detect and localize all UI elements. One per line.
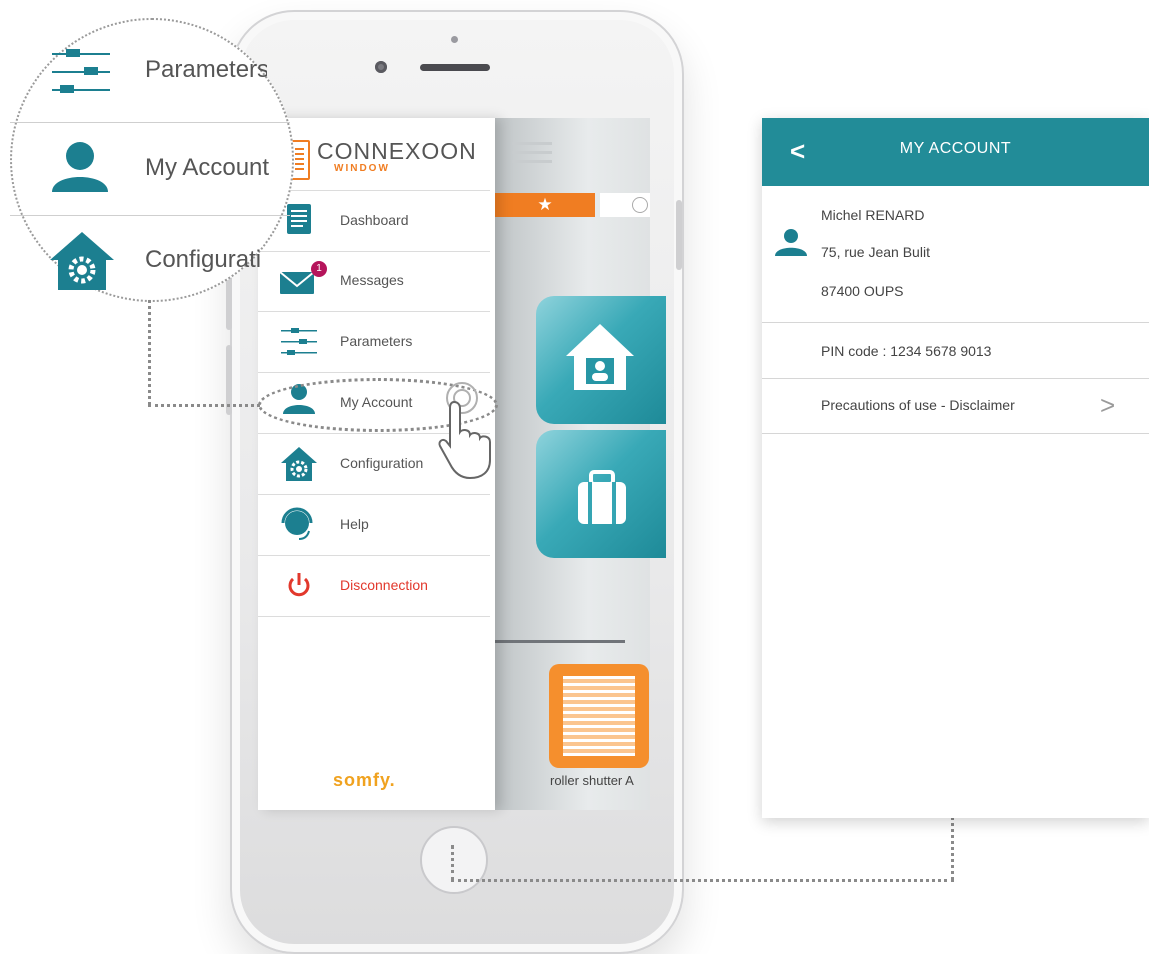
sliders-icon <box>52 49 110 93</box>
menu-label-configuration: Configuration <box>340 455 424 471</box>
somfy-logo: somfy. <box>333 770 396 790</box>
phone-power-button <box>676 200 682 270</box>
roller-shutter-icon <box>563 676 635 756</box>
divider <box>10 122 290 123</box>
sliders-icon <box>281 328 317 355</box>
hamburger-icon-line[interactable] <box>512 151 552 154</box>
headset-icon <box>281 507 313 540</box>
divider <box>762 433 1149 434</box>
divider <box>762 378 1149 379</box>
account-address: 75, rue Jean Bulit <box>821 244 930 260</box>
phone-camera <box>375 61 387 73</box>
suitcase-icon <box>578 470 626 524</box>
page-title: MY ACCOUNT <box>899 140 1012 157</box>
clock-icon <box>632 197 648 213</box>
connector-line <box>148 300 151 405</box>
menu-label-parameters: Parameters <box>340 333 413 349</box>
user-icon <box>52 142 108 192</box>
disclaimer-link[interactable]: Precautions of use - Disclaimer <box>821 397 1015 413</box>
menu-label-dashboard: Dashboard <box>340 212 409 228</box>
phone-speaker <box>420 64 490 71</box>
zoom-label-my-account: My Account <box>145 154 270 181</box>
menu-label-disconnection: Disconnection <box>340 577 428 593</box>
power-icon <box>288 573 310 597</box>
device-label: roller shutter A <box>550 773 634 788</box>
messages-badge: 1 <box>311 261 327 277</box>
divider <box>495 640 625 643</box>
star-icon: ★ <box>537 195 553 214</box>
my-account-screen <box>762 118 1149 818</box>
away-scenario-tile[interactable] <box>536 430 666 558</box>
phone-sensor <box>451 36 458 43</box>
logo-brand: CONNEXOON <box>317 138 477 164</box>
divider <box>10 215 290 216</box>
home-scenario-tile[interactable] <box>536 296 666 424</box>
home-icon <box>566 324 634 390</box>
user-icon <box>775 229 807 256</box>
zoom-label-configuration: Configuration <box>145 246 260 273</box>
chevron-right-icon[interactable]: > <box>1100 390 1115 421</box>
connector-line <box>451 845 454 881</box>
house-gear-icon <box>50 232 114 290</box>
divider <box>762 322 1149 323</box>
account-name: Michel RENARD <box>821 207 925 223</box>
connector-line <box>148 404 260 407</box>
zoom-label-parameters: Parameters <box>145 56 267 83</box>
hamburger-icon-line[interactable] <box>512 160 552 163</box>
pin-code: PIN code : 1234 5678 9013 <box>821 343 992 359</box>
hand-pointer-icon <box>438 400 491 480</box>
hamburger-icon-line[interactable] <box>512 142 552 145</box>
house-gear-icon <box>281 447 317 481</box>
menu-label-messages: Messages <box>340 272 404 288</box>
menu-label-help: Help <box>340 516 369 532</box>
dashboard-icon <box>287 204 311 234</box>
phone-home-button[interactable] <box>420 826 488 894</box>
connector-line <box>451 879 954 882</box>
account-city: 87400 OUPS <box>821 283 904 299</box>
logo-product: WINDOW <box>334 163 390 174</box>
connector-line <box>951 812 954 880</box>
